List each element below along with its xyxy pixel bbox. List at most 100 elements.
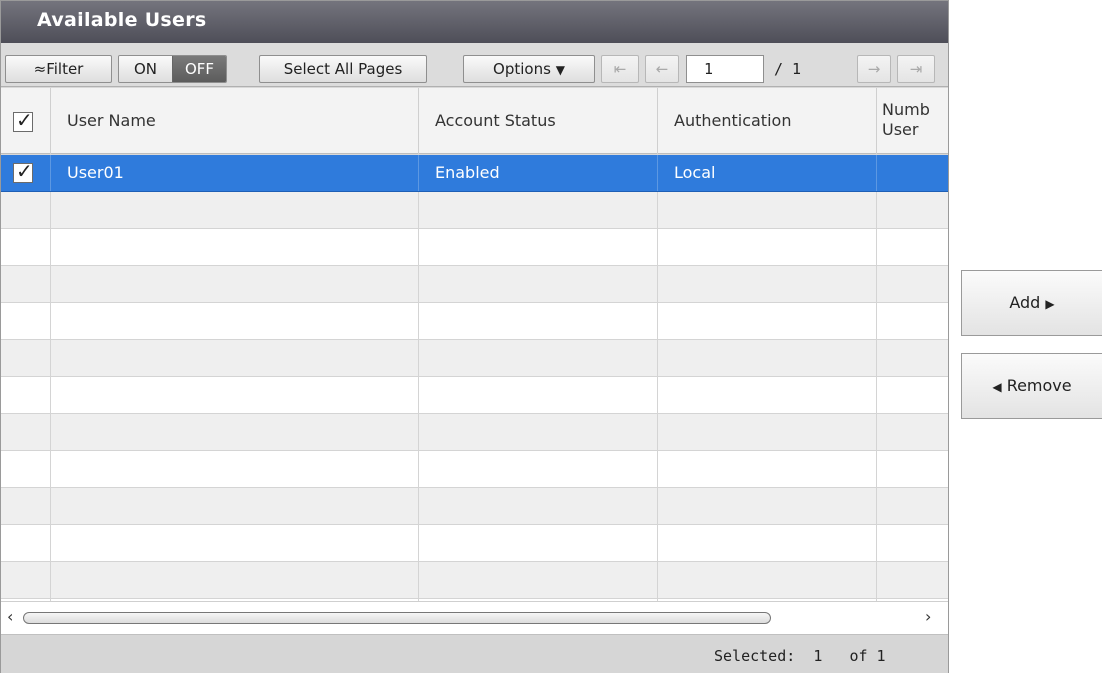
table-cell — [51, 377, 419, 413]
table-row[interactable] — [1, 192, 948, 229]
table-cell — [51, 266, 419, 302]
add-label: Add — [1009, 293, 1041, 312]
remove-button[interactable]: ◀ Remove — [961, 353, 1102, 419]
table-cell — [658, 377, 877, 413]
select-all-pages-button[interactable]: Select All Pages — [259, 55, 427, 83]
table-cell — [877, 266, 948, 302]
table-cell — [877, 414, 948, 450]
header-authentication[interactable]: Authentication — [658, 88, 877, 154]
table-cell — [658, 562, 877, 598]
row-checkbox[interactable] — [13, 159, 33, 183]
remove-label: Remove — [1006, 376, 1072, 395]
table-cell — [1, 414, 51, 450]
scroll-right-icon[interactable]: › — [925, 607, 931, 626]
select-all-checkbox[interactable] — [13, 108, 33, 132]
table-cell — [658, 488, 877, 524]
table-cell — [877, 488, 948, 524]
triangle-left-icon: ◀ — [992, 380, 1002, 394]
add-button[interactable]: Add ▶ — [961, 270, 1102, 336]
header-account-status-label: Account Status — [435, 111, 556, 130]
filter-toggle[interactable]: ON OFF — [118, 55, 227, 83]
table-cell — [419, 377, 658, 413]
header-select-all[interactable] — [1, 88, 51, 154]
table-cell — [51, 414, 419, 450]
table-cell — [419, 414, 658, 450]
table-row[interactable] — [1, 451, 948, 488]
table-cell — [1, 377, 51, 413]
table-cell — [51, 340, 419, 376]
table-cell — [51, 303, 419, 339]
table-row[interactable] — [1, 525, 948, 562]
scroll-thumb[interactable] — [23, 612, 771, 624]
options-label: Options — [493, 60, 551, 78]
account-status-cell: Enabled — [419, 155, 658, 191]
header-account-status[interactable]: Account Status — [419, 88, 658, 154]
authentication-cell: Local — [658, 155, 877, 191]
table-cell — [877, 451, 948, 487]
table-cell — [1, 266, 51, 302]
table-cell — [1, 451, 51, 487]
next-page-icon[interactable]: → — [857, 55, 891, 83]
double-chevron-up-icon: ≈ — [33, 60, 47, 78]
table-cell — [419, 488, 658, 524]
table-cell — [877, 377, 948, 413]
table-cell — [877, 192, 948, 228]
number-cell — [877, 155, 948, 191]
table-cell — [51, 488, 419, 524]
header-number[interactable]: Numb User — [877, 88, 948, 154]
table-cell — [877, 562, 948, 598]
table-cell — [419, 562, 658, 598]
table-cell — [877, 525, 948, 561]
scroll-left-icon[interactable]: ‹ — [7, 607, 13, 626]
row-select-cell[interactable] — [1, 155, 51, 191]
header-number-label: Numb User — [882, 100, 930, 139]
table-row[interactable] — [1, 377, 948, 414]
selected-count: Selected: 1 of 1 — [714, 647, 886, 665]
toggle-off[interactable]: OFF — [172, 56, 226, 82]
table-row[interactable] — [1, 414, 948, 451]
toggle-on[interactable]: ON — [119, 56, 172, 82]
prev-page-icon[interactable]: ← — [645, 55, 679, 83]
table-cell — [658, 303, 877, 339]
table-cell — [419, 451, 658, 487]
table-row[interactable] — [1, 229, 948, 266]
page-total: / 1 — [774, 60, 802, 78]
table-cell — [51, 451, 419, 487]
triangle-right-icon: ▶ — [1045, 297, 1055, 311]
table-cell — [658, 525, 877, 561]
table-cell — [658, 340, 877, 376]
table-row[interactable] — [1, 488, 948, 525]
horizontal-scrollbar[interactable]: ‹ › — [1, 601, 948, 634]
filter-button[interactable]: ≈Filter — [5, 55, 112, 83]
table-row[interactable]: User01 Enabled Local — [1, 155, 948, 192]
header-user-name[interactable]: User Name — [51, 88, 419, 154]
account-status-value: Enabled — [435, 163, 500, 182]
table-row[interactable] — [1, 266, 948, 303]
header-authentication-label: Authentication — [674, 111, 792, 130]
table-cell — [1, 192, 51, 228]
table-body: User01 Enabled Local — [1, 155, 948, 601]
table-row[interactable] — [1, 303, 948, 340]
first-page-icon[interactable]: ⇤ — [601, 55, 639, 83]
table-cell — [419, 266, 658, 302]
panel-title: Available Users — [1, 1, 948, 43]
last-page-icon[interactable]: ⇥ — [897, 55, 935, 83]
page-number-input[interactable]: 1 — [686, 55, 764, 83]
available-users-panel: Available Users ≈Filter ON OFF Select Al… — [0, 0, 949, 673]
table-cell — [1, 229, 51, 265]
authentication-value: Local — [674, 163, 716, 182]
table-cell — [419, 525, 658, 561]
filter-label: Filter — [46, 60, 84, 78]
table-cell — [51, 525, 419, 561]
user-name-value: User01 — [67, 163, 124, 182]
table-cell — [51, 562, 419, 598]
table-cell — [658, 451, 877, 487]
table-cell — [419, 192, 658, 228]
table-row[interactable] — [1, 340, 948, 377]
table-cell — [877, 229, 948, 265]
options-dropdown[interactable]: Options ▼ — [463, 55, 595, 83]
table-cell — [419, 229, 658, 265]
table-cell — [658, 414, 877, 450]
toolbar: ≈Filter ON OFF Select All Pages Options … — [1, 43, 948, 87]
table-row[interactable] — [1, 562, 948, 599]
